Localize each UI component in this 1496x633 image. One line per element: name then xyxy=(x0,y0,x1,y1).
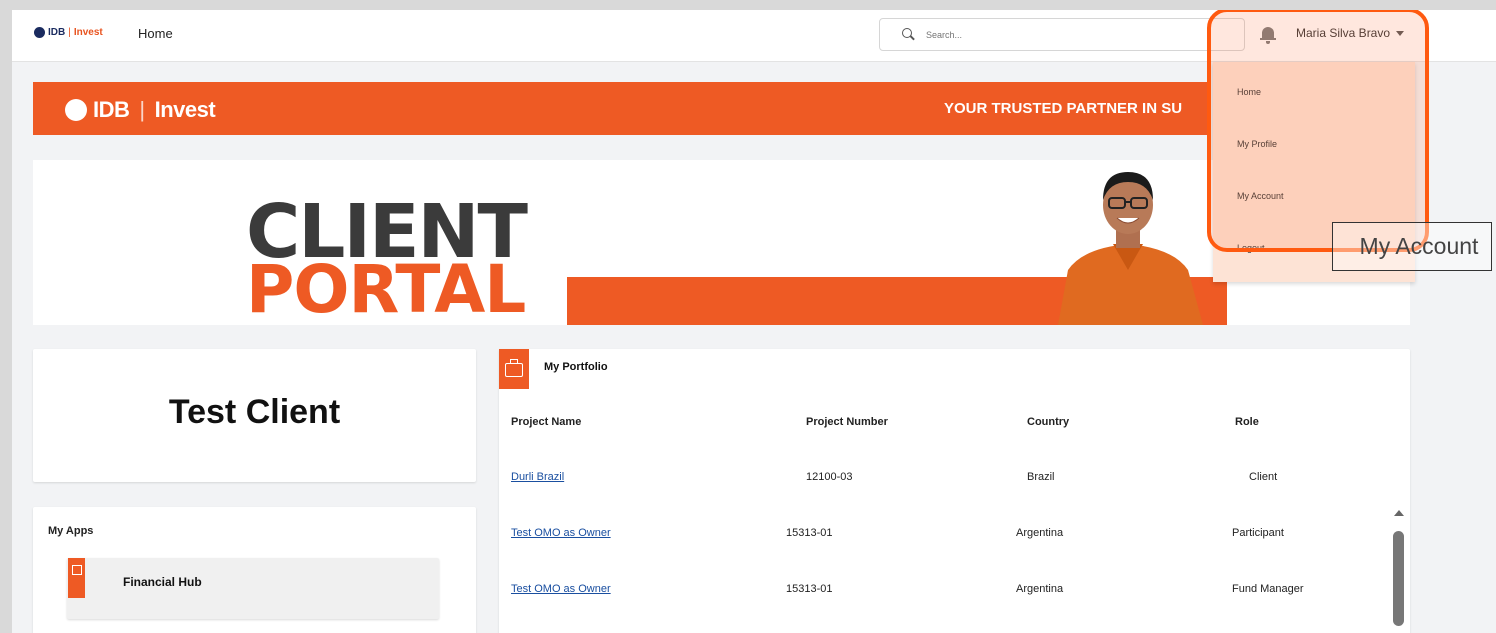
hero-title-portal: PORTAL xyxy=(246,251,526,325)
project-name-link[interactable]: Test OMO as Owner xyxy=(511,527,611,539)
idb-globe-icon xyxy=(65,99,87,121)
column-header-project-name[interactable]: Project Name xyxy=(511,416,581,428)
idb-globe-icon xyxy=(34,27,45,38)
banner-idb-text: IDB xyxy=(93,97,130,122)
search-input[interactable] xyxy=(926,29,1226,40)
country-cell: Argentina xyxy=(1016,583,1064,595)
project-number-cell: 12100-03 xyxy=(806,471,853,483)
project-number-cell: 15313-01 xyxy=(786,527,833,539)
idb-invest-logo[interactable]: IDB | Invest xyxy=(34,27,103,38)
project-number-cell: 15313-01 xyxy=(786,583,833,595)
role-cell: Participant xyxy=(1232,527,1284,539)
banner-tagline: YOUR TRUSTED PARTNER IN SU xyxy=(944,100,1183,117)
country-cell: Argentina xyxy=(1016,527,1064,539)
my-apps-card: My Apps Financial Hub xyxy=(33,507,476,633)
app-tile-financial-hub[interactable]: Financial Hub xyxy=(67,558,439,619)
menu-item-my-profile[interactable]: My Profile xyxy=(1237,139,1277,149)
financial-hub-icon xyxy=(68,558,85,598)
search-icon xyxy=(902,27,916,42)
briefcase-icon xyxy=(499,349,529,389)
logo-invest-text: Invest xyxy=(73,27,103,38)
country-cell: Brazil xyxy=(1027,471,1055,483)
scrollbar-thumb[interactable] xyxy=(1393,531,1404,626)
my-portfolio-card: My Portfolio Project Name Project Number… xyxy=(499,349,1410,633)
browser-frame: IDB | Invest Home Maria Silva Bravo IDB … xyxy=(12,10,1496,633)
top-nav: IDB | Invest Home Maria Silva Bravo xyxy=(12,10,1496,62)
project-name-link[interactable]: Durli Brazil xyxy=(511,471,564,483)
bell-icon[interactable] xyxy=(1260,26,1276,44)
role-cell: Fund Manager xyxy=(1232,583,1304,595)
scroll-up-arrow-icon[interactable] xyxy=(1394,510,1404,516)
menu-item-logout[interactable]: Logout xyxy=(1237,243,1265,253)
user-name: Maria Silva Bravo xyxy=(1296,26,1391,40)
project-name-link[interactable]: Test OMO as Owner xyxy=(511,583,611,595)
chevron-down-icon xyxy=(1396,30,1405,36)
hero-person-image xyxy=(1058,172,1203,325)
table-row: Durli Brazil xyxy=(511,471,564,483)
my-portfolio-title: My Portfolio xyxy=(544,361,608,373)
menu-item-my-account[interactable]: My Account xyxy=(1237,191,1284,201)
table-row: Test OMO as Owner xyxy=(511,527,611,539)
menu-item-home[interactable]: Home xyxy=(1237,87,1261,97)
client-name: Test Client xyxy=(168,393,341,431)
hero-section: CLIENT PORTAL xyxy=(33,160,1410,325)
brand-banner: IDB | Invest YOUR TRUSTED PARTNER IN SU xyxy=(33,82,1210,135)
role-cell: Client xyxy=(1249,471,1278,483)
my-apps-title: My Apps xyxy=(48,525,94,537)
client-card: Test Client xyxy=(33,349,476,482)
banner-logo: IDB | Invest xyxy=(65,97,216,123)
nav-home-link[interactable]: Home xyxy=(138,26,173,41)
app-tile-label: Financial Hub xyxy=(123,575,202,589)
banner-separator: | xyxy=(139,97,145,122)
logo-idb-text: IDB xyxy=(48,27,66,38)
column-header-role[interactable]: Role xyxy=(1235,416,1259,428)
logo-separator: | xyxy=(68,27,71,38)
column-header-country[interactable]: Country xyxy=(1027,416,1069,428)
table-row: Test OMO as Owner xyxy=(511,583,611,595)
search-box[interactable] xyxy=(879,18,1245,51)
tooltip-my-account: My Account xyxy=(1332,222,1492,271)
column-header-project-number[interactable]: Project Number xyxy=(806,416,888,428)
user-menu-button[interactable]: Maria Silva Bravo xyxy=(1296,26,1405,40)
banner-invest-text: Invest xyxy=(154,97,216,122)
